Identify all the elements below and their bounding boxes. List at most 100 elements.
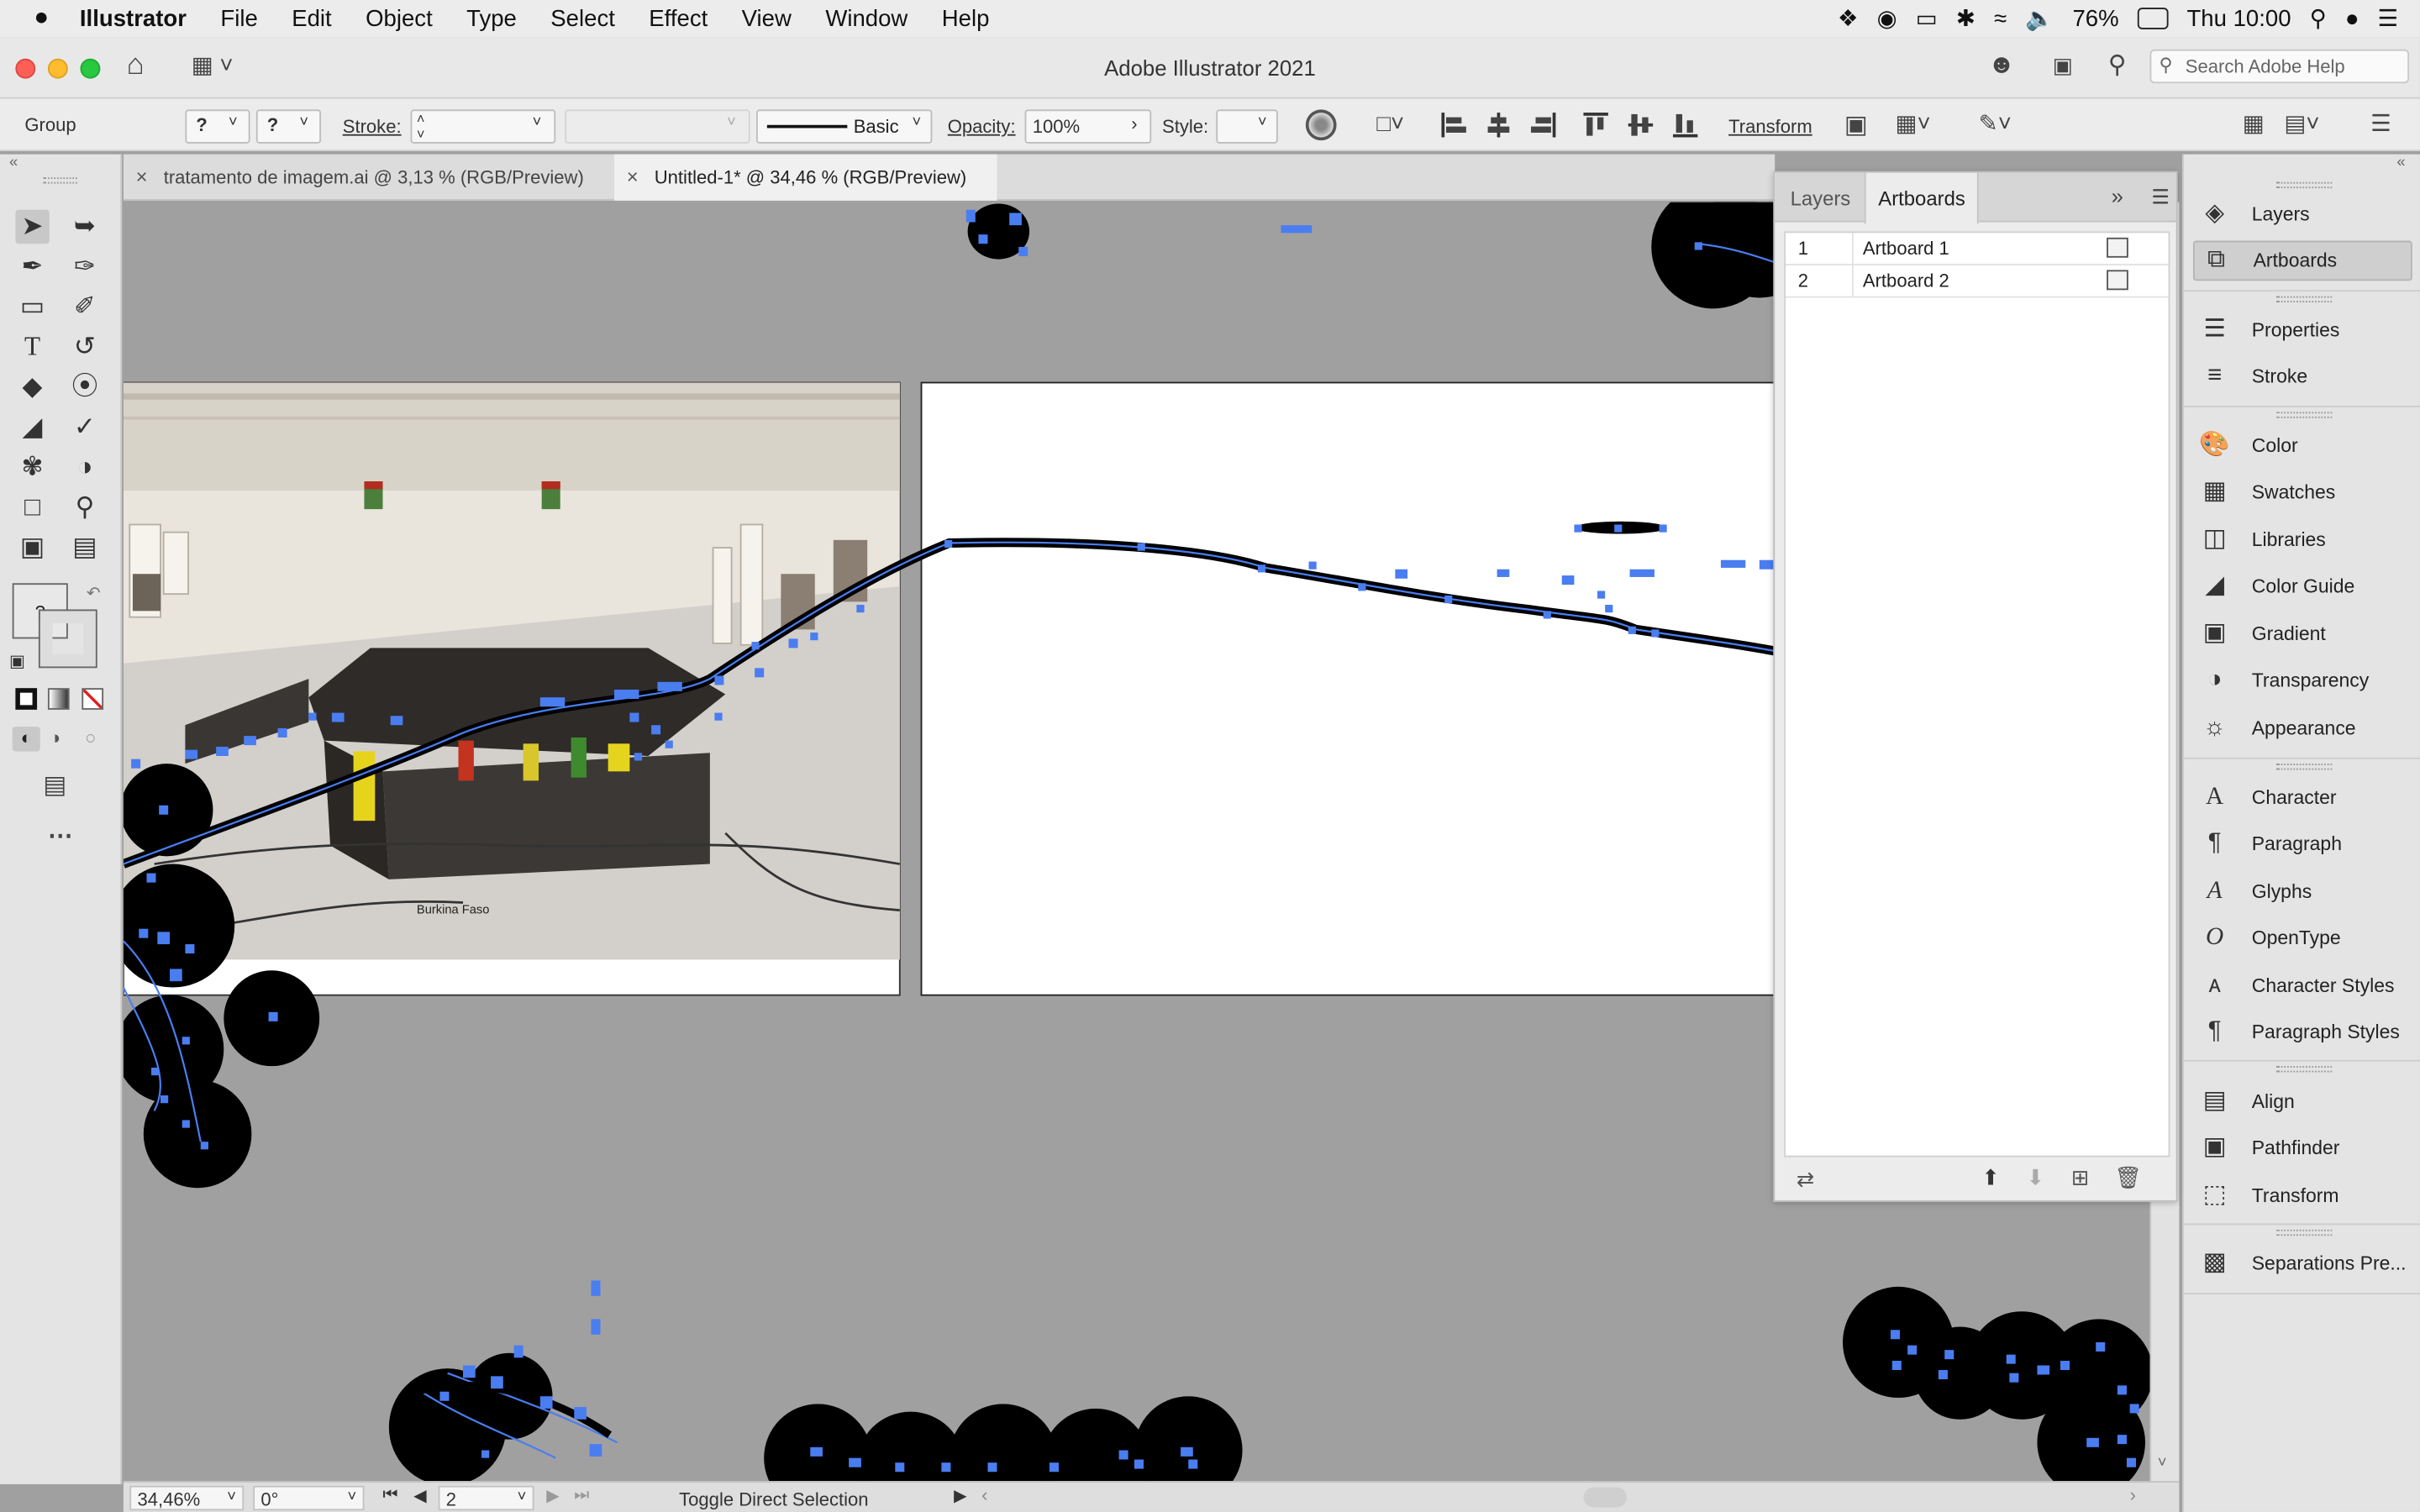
- opacity-input[interactable]: 100% ›: [1024, 109, 1152, 144]
- arrange-tools-icon[interactable]: ▤˅: [2284, 109, 2319, 137]
- brush-definition-dropdown[interactable]: Basic ˅: [755, 109, 933, 144]
- move-up-icon[interactable]: ⬆: [1981, 1165, 2000, 1191]
- delete-artboard-icon[interactable]: 🗑: [2114, 1165, 2142, 1191]
- puppet-warp-tool-icon[interactable]: ✾: [15, 450, 49, 484]
- stepper-icon[interactable]: ˄ ˅: [417, 111, 425, 142]
- eraser-tool-icon[interactable]: ◆: [15, 370, 49, 404]
- shape-builder-tool-icon[interactable]: ◑: [68, 450, 102, 484]
- dock-gradient[interactable]: ▣ Gradient: [2193, 614, 2412, 654]
- zoom-level-dropdown[interactable]: 34,46% ˅: [129, 1485, 245, 1511]
- align-vertical-center-icon[interactable]: [1628, 113, 1654, 137]
- menu-edit[interactable]: Edit: [292, 5, 331, 31]
- perspective-grid-tool-icon[interactable]: ▤: [68, 531, 102, 564]
- dock-grip[interactable]: [2276, 296, 2333, 302]
- rotate-view-dropdown[interactable]: 0° ˅: [253, 1485, 365, 1511]
- dock-grip[interactable]: [2276, 181, 2333, 189]
- tab-untitled-1[interactable]: × Untitled-1* @ 34,46 % (RGB/Preview): [614, 154, 997, 201]
- menu-file[interactable]: File: [220, 5, 257, 31]
- rectangle-tool-icon[interactable]: ▭: [15, 290, 49, 323]
- direct-selection-tool-icon[interactable]: ➥: [68, 210, 102, 244]
- live-paint-tool-icon[interactable]: ▣: [15, 531, 49, 564]
- dock-artboards[interactable]: ⧉ Artboards: [2192, 240, 2412, 281]
- swap-fill-stroke-icon[interactable]: ↶: [87, 583, 101, 603]
- isolate-group-icon[interactable]: ▣: [1844, 109, 1868, 140]
- arrange-documents-icon[interactable]: ▣: [2053, 52, 2073, 78]
- dock-pathfinder[interactable]: ▣ Pathfinder: [2193, 1128, 2412, 1168]
- stroke-label[interactable]: Stroke:: [343, 116, 402, 138]
- bluetooth-icon[interactable]: ✱: [1956, 5, 1975, 32]
- edit-toolbar-icon[interactable]: ✎˅: [1979, 109, 2012, 137]
- artboard-options-icon[interactable]: [2107, 237, 2128, 258]
- lasso-tool-icon[interactable]: ⦿: [68, 370, 102, 404]
- dock-appearance[interactable]: ☼ Appearance: [2193, 708, 2412, 748]
- dock-paragraph[interactable]: ¶ Paragraph: [2193, 824, 2412, 864]
- pen-tool-icon[interactable]: ✒: [15, 250, 49, 284]
- dock-grip[interactable]: [2276, 1066, 2333, 1073]
- siri-icon[interactable]: ●: [2345, 5, 2360, 31]
- dock-opentype[interactable]: O OpenType: [2193, 918, 2412, 958]
- panel-grip[interactable]: [43, 177, 77, 184]
- control-center-icon[interactable]: ☰: [2378, 5, 2399, 32]
- dock-color[interactable]: 🎨 Color: [2193, 426, 2412, 466]
- search-adobe-help-input[interactable]: ⚲ Search Adobe Help: [2149, 49, 2410, 84]
- stroke-swatch-icon[interactable]: [38, 609, 97, 669]
- panel-menu-icon[interactable]: ☰: [2151, 185, 2169, 209]
- collapse-dock-icon[interactable]: «: [2396, 155, 2405, 171]
- scroll-right-icon[interactable]: ›: [2130, 1484, 2136, 1506]
- dock-layers[interactable]: ◈ Layers: [2193, 194, 2412, 234]
- dock-swatches[interactable]: ▦ Swatches: [2193, 472, 2412, 512]
- dock-separations-preview[interactable]: ▩ Separations Pre...: [2193, 1243, 2412, 1284]
- eyedropper-tool-icon[interactable]: ✓: [68, 411, 102, 444]
- move-down-icon[interactable]: ⬇: [2027, 1165, 2045, 1191]
- artboard-row[interactable]: 1 Artboard 1: [1786, 233, 2169, 265]
- first-artboard-icon[interactable]: ⏮: [383, 1486, 398, 1506]
- menu-window[interactable]: Window: [825, 5, 908, 31]
- tab-layers[interactable]: Layers: [1778, 173, 1863, 223]
- menu-app-name[interactable]: Illustrator: [80, 5, 187, 31]
- artboard-options-icon[interactable]: [2107, 270, 2128, 291]
- draw-behind-icon[interactable]: ◑: [50, 727, 60, 748]
- creative-cloud-icon[interactable]: ◉: [1877, 5, 1897, 32]
- menu-help[interactable]: Help: [942, 5, 990, 31]
- type-tool-icon[interactable]: T: [15, 330, 49, 364]
- previous-artboard-icon[interactable]: ◀: [413, 1486, 427, 1506]
- discover-lightbulb-icon[interactable]: ⚲: [2108, 50, 2127, 81]
- gradient-tool-icon[interactable]: ◢: [15, 411, 49, 444]
- tab-artboards[interactable]: Artboards: [1864, 172, 1980, 224]
- dock-transparency[interactable]: ◑ Transparency: [2193, 660, 2412, 701]
- none-mode-icon[interactable]: [82, 688, 104, 710]
- stroke-color-dropdown[interactable]: ? ˅: [255, 109, 322, 144]
- default-fill-stroke-icon[interactable]: ▣: [9, 651, 25, 671]
- edit-toolbar-more-icon[interactable]: ⋯: [48, 821, 72, 852]
- paintbrush-tool-icon[interactable]: ✐: [68, 290, 102, 323]
- gradient-mode-icon[interactable]: [47, 688, 70, 710]
- share-user-icon[interactable]: ☻: [1988, 50, 2016, 81]
- menu-view[interactable]: View: [742, 5, 792, 31]
- volume-icon[interactable]: 🔈: [2025, 5, 2054, 32]
- next-artboard-icon[interactable]: ▶: [546, 1486, 560, 1506]
- menu-effect[interactable]: Effect: [649, 5, 708, 31]
- draw-inside-icon[interactable]: ○: [85, 727, 96, 748]
- dock-grip[interactable]: [2276, 764, 2333, 770]
- rearrange-artboards-icon[interactable]: ⇄: [1797, 1167, 1815, 1193]
- align-bottom-icon[interactable]: [1672, 113, 1698, 138]
- clock[interactable]: Thu 10:00: [2186, 5, 2291, 31]
- close-tab-icon[interactable]: ×: [136, 165, 148, 189]
- arrange-grid-icon[interactable]: ▦: [2243, 109, 2265, 137]
- color-mode-icon[interactable]: [15, 688, 38, 710]
- select-similar-icon[interactable]: ▦˅: [1895, 109, 1930, 137]
- wifi-icon[interactable]: ≈: [1994, 5, 2007, 31]
- transform-link[interactable]: Transform: [1728, 116, 1812, 138]
- dock-libraries[interactable]: ◫ Libraries: [2193, 520, 2412, 560]
- align-top-icon[interactable]: [1583, 113, 1608, 137]
- document-setup-icon[interactable]: □˅: [1376, 111, 1404, 137]
- menu-object[interactable]: Object: [366, 5, 433, 31]
- zoom-tool-icon[interactable]: ⚲: [68, 491, 102, 524]
- stroke-weight-input[interactable]: ˄ ˅ ˅: [410, 109, 556, 144]
- fill-color-dropdown[interactable]: ? ˅: [185, 109, 250, 144]
- dock-color-guide[interactable]: ◢ Color Guide: [2193, 566, 2412, 606]
- dock-transform[interactable]: ⬚ Transform: [2193, 1176, 2412, 1216]
- draw-normal-icon[interactable]: ◐: [12, 727, 40, 752]
- opacity-label[interactable]: Opacity:: [948, 116, 1016, 138]
- figma-icon[interactable]: ❖: [1838, 5, 1859, 32]
